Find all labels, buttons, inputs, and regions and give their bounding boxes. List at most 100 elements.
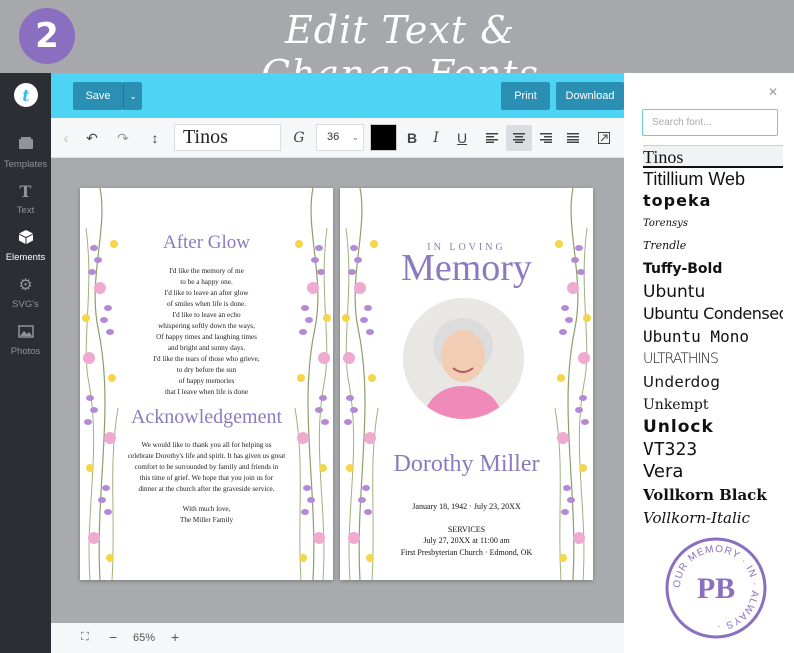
close-icon[interactable]: ✕ xyxy=(768,85,778,99)
sidebar-item-label: Text xyxy=(16,205,35,216)
font-style-icon[interactable]: G xyxy=(286,125,312,151)
services-title[interactable]: SERVICES xyxy=(340,524,593,535)
sidebar-item-text[interactable]: T Text xyxy=(0,182,51,216)
font-size-select[interactable]: 36 ⌄ xyxy=(316,124,364,151)
resize-icon[interactable] xyxy=(591,125,617,151)
font-item[interactable]: Unlock xyxy=(643,416,783,439)
sidebar-item-elements[interactable]: Elements xyxy=(0,229,51,263)
italic-icon[interactable]: I xyxy=(423,125,449,151)
text-color-swatch[interactable] xyxy=(370,124,397,151)
align-justify-icon[interactable] xyxy=(560,125,586,151)
font-item[interactable]: topeka xyxy=(643,190,783,213)
services-place[interactable]: First Presbyterian Church · Edmond, OK xyxy=(340,547,593,558)
portrait-photo[interactable] xyxy=(403,298,524,419)
svg-text:PB: PB xyxy=(697,572,735,605)
acknowledgement-text[interactable]: We would like to thank you all for helpi… xyxy=(120,440,293,495)
left-page[interactable]: After Glow I'd like the memory of me to … xyxy=(80,188,333,580)
poem-line: I'd like the memory of me xyxy=(169,267,244,275)
back-icon[interactable]: ‹ xyxy=(53,125,79,151)
zoom-bar: ⛶ − 65% + xyxy=(51,623,624,653)
font-item[interactable]: Vollkorn Black xyxy=(643,484,783,507)
save-dropdown-button[interactable]: ⌄ xyxy=(123,82,142,110)
align-center-icon[interactable] xyxy=(506,125,532,151)
chevron-down-icon: ⌄ xyxy=(351,132,359,142)
signoff-text[interactable]: With much love, The Miller Family xyxy=(130,504,283,526)
underline-icon[interactable]: U xyxy=(449,125,475,151)
ack-line: this time of grief. We hope that you joi… xyxy=(139,474,274,482)
save-button[interactable]: Save xyxy=(73,82,123,110)
poem-line: whispering softly down the ways, xyxy=(158,322,255,330)
font-item[interactable]: Vollkorn-Italic xyxy=(643,507,783,530)
signoff-line: With much love, xyxy=(182,505,231,513)
step-badge: 2 xyxy=(19,8,75,64)
sidebar: t Templates T Text Elements ⚙ SVG's Phot… xyxy=(0,73,51,653)
text-toolbar: ‹ ↶ ↷ ↕ Tinos G 36 ⌄ B I U xyxy=(51,118,624,158)
poem-title[interactable]: After Glow xyxy=(80,232,333,254)
poem-line: Of happy times and laughing times xyxy=(156,333,257,341)
font-item[interactable]: Tinos xyxy=(643,145,783,168)
deceased-name[interactable]: Dorothy Miller xyxy=(340,451,593,478)
sidebar-item-templates[interactable]: Templates xyxy=(0,136,51,170)
sidebar-item-svgs[interactable]: ⚙ SVG's xyxy=(0,276,51,310)
poem-line: of happy memories xyxy=(178,377,235,385)
poem-line: I'd like to leave an echo xyxy=(172,311,241,319)
app-logo[interactable]: t xyxy=(14,83,38,107)
font-item[interactable]: Ubuntu Mono xyxy=(643,326,783,349)
align-right-icon[interactable] xyxy=(533,125,559,151)
font-list: Tinos Titillium Web topeka Torensys Tren… xyxy=(643,145,783,529)
right-page[interactable]: IN LOVING Memory Dorothy Miller January … xyxy=(340,188,593,580)
poem-line: of smiles when life is done. xyxy=(166,300,247,308)
poem-line: and bright and sunny days. xyxy=(167,344,246,352)
gear-icon: ⚙ xyxy=(18,277,33,294)
print-button[interactable]: Print xyxy=(501,82,550,110)
top-bar: Save ⌄ Print Download xyxy=(51,73,624,118)
poem-text[interactable]: I'd like the memory of me to be a happy … xyxy=(130,266,283,398)
font-search-input[interactable]: Search font... xyxy=(642,109,778,136)
font-item[interactable]: Tuffy-Bold xyxy=(643,258,783,281)
services-date[interactable]: July 27, 20XX at 11:00 am xyxy=(340,535,593,546)
font-item[interactable]: VT323 xyxy=(643,439,783,462)
ack-line: celebrate Dorothy's life and spirit. It … xyxy=(127,452,286,460)
sidebar-item-label: SVG's xyxy=(12,299,39,310)
bold-icon[interactable]: B xyxy=(399,125,425,151)
font-item[interactable]: Underdog xyxy=(643,371,783,394)
font-family-select[interactable]: Tinos xyxy=(174,124,281,151)
poem-line: I'd like to leave an after glow xyxy=(164,289,249,297)
zoom-out-icon[interactable]: − xyxy=(109,629,117,645)
text-spacing-icon[interactable]: ↕ xyxy=(142,125,168,151)
sidebar-item-photos[interactable]: Photos xyxy=(0,323,51,357)
sidebar-item-label: Photos xyxy=(10,346,41,357)
ack-line: comfort to be surrounded by family and f… xyxy=(134,463,279,471)
font-item[interactable]: Trendle xyxy=(643,235,783,258)
sidebar-item-label: Templates xyxy=(3,159,48,170)
font-item[interactable]: Titillium Web xyxy=(643,168,783,191)
font-size-value: 36 xyxy=(327,131,340,143)
life-dates[interactable]: January 18, 1942 · July 23, 20XX xyxy=(340,501,593,512)
undo-icon[interactable]: ↶ xyxy=(79,125,105,151)
font-item[interactable]: Unkempt xyxy=(643,394,783,417)
font-item[interactable]: ULTRATHINS xyxy=(643,348,783,371)
poem-line: to dry before the sun xyxy=(176,366,237,374)
font-item[interactable]: Vera xyxy=(643,461,783,484)
photos-icon xyxy=(0,323,51,343)
sidebar-item-label: Elements xyxy=(5,252,46,263)
download-button[interactable]: Download xyxy=(556,82,624,110)
chevron-down-icon: ⌄ xyxy=(129,90,137,101)
signoff-line: The Miller Family xyxy=(179,516,234,524)
acknowledgement-title[interactable]: Acknowledgement xyxy=(80,406,333,429)
memory-title[interactable]: Memory xyxy=(340,246,593,290)
font-panel: ✕ Search font... Tinos Titillium Web top… xyxy=(624,73,794,653)
align-left-icon[interactable] xyxy=(479,125,505,151)
design-canvas[interactable]: After Glow I'd like the memory of me to … xyxy=(51,158,624,623)
fit-screen-icon[interactable]: ⛶ xyxy=(81,631,89,644)
text-icon: T xyxy=(19,182,32,201)
elements-icon xyxy=(0,229,51,249)
font-item[interactable]: Ubuntu Condensed xyxy=(643,303,783,326)
zoom-in-icon[interactable]: + xyxy=(171,629,179,645)
font-item[interactable]: Ubuntu xyxy=(643,281,783,304)
font-item[interactable]: Torensys xyxy=(643,213,783,236)
poem-line: I'd like the tears of those who grieve, xyxy=(153,355,260,363)
brand-seal: OUR MEMORY · IN · ALWAYS · PB xyxy=(665,537,767,639)
redo-icon[interactable]: ↷ xyxy=(110,125,136,151)
banner: 2 Edit Text & Change Fonts xyxy=(0,0,794,96)
